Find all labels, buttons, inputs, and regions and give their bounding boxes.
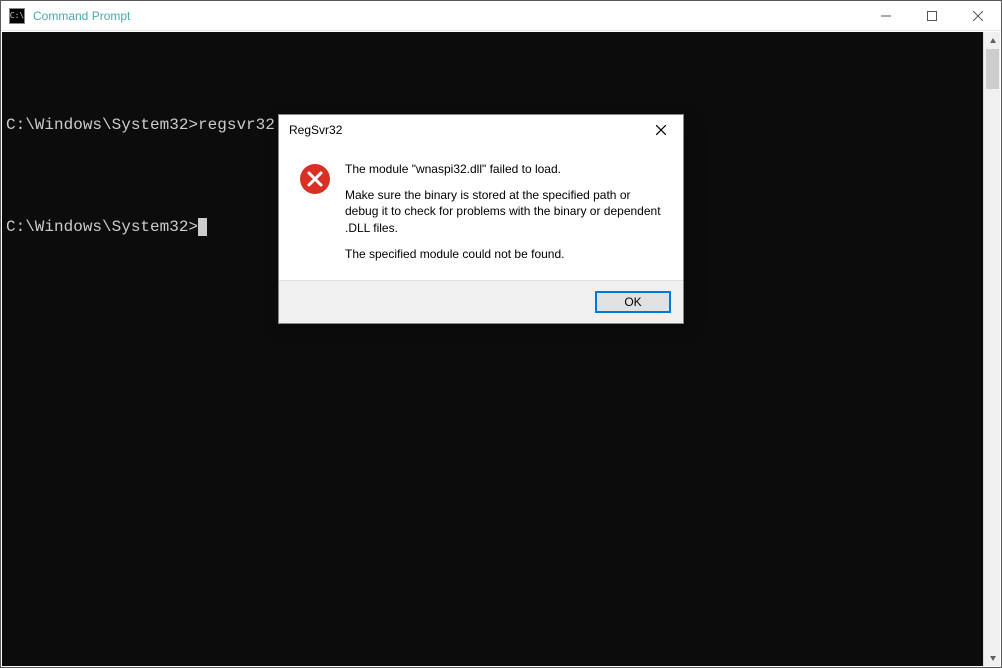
dialog-message: The module "wnaspi32.dll" failed to load… (345, 161, 663, 262)
scroll-down-arrow-icon[interactable] (984, 649, 1001, 666)
scroll-up-arrow-icon[interactable] (984, 32, 1001, 49)
dialog-message-line: Make sure the binary is stored at the sp… (345, 187, 663, 236)
dialog-title: RegSvr32 (289, 123, 342, 137)
dialog-titlebar[interactable]: RegSvr32 (279, 115, 683, 145)
console-line (6, 62, 979, 88)
vertical-scrollbar[interactable] (983, 32, 1000, 666)
dialog-footer: OK (279, 280, 683, 323)
dialog-message-line: The specified module could not be found. (345, 246, 663, 262)
cmd-title: Command Prompt (33, 9, 130, 23)
dialog-body: The module "wnaspi32.dll" failed to load… (279, 145, 683, 280)
prompt: C:\Windows\System32> (6, 218, 198, 236)
prompt: C:\Windows\System32> (6, 116, 198, 134)
minimize-button[interactable] (863, 1, 909, 31)
text-cursor (198, 218, 207, 236)
dialog-message-line: The module "wnaspi32.dll" failed to load… (345, 161, 663, 177)
scrollbar-thumb[interactable] (986, 49, 999, 89)
close-button[interactable] (955, 1, 1001, 31)
cmd-titlebar[interactable]: C:\ Command Prompt (1, 1, 1001, 31)
dialog-close-button[interactable] (639, 115, 683, 145)
regsvr32-dialog: RegSvr32 The module "wnaspi32.dll" faile… (278, 114, 684, 324)
error-icon (299, 163, 331, 262)
cmd-app-icon: C:\ (9, 8, 25, 24)
maximize-button[interactable] (909, 1, 955, 31)
command-prompt-window: C:\ Command Prompt C:\Windows\System32>r… (0, 0, 1002, 668)
ok-button[interactable]: OK (595, 291, 671, 313)
